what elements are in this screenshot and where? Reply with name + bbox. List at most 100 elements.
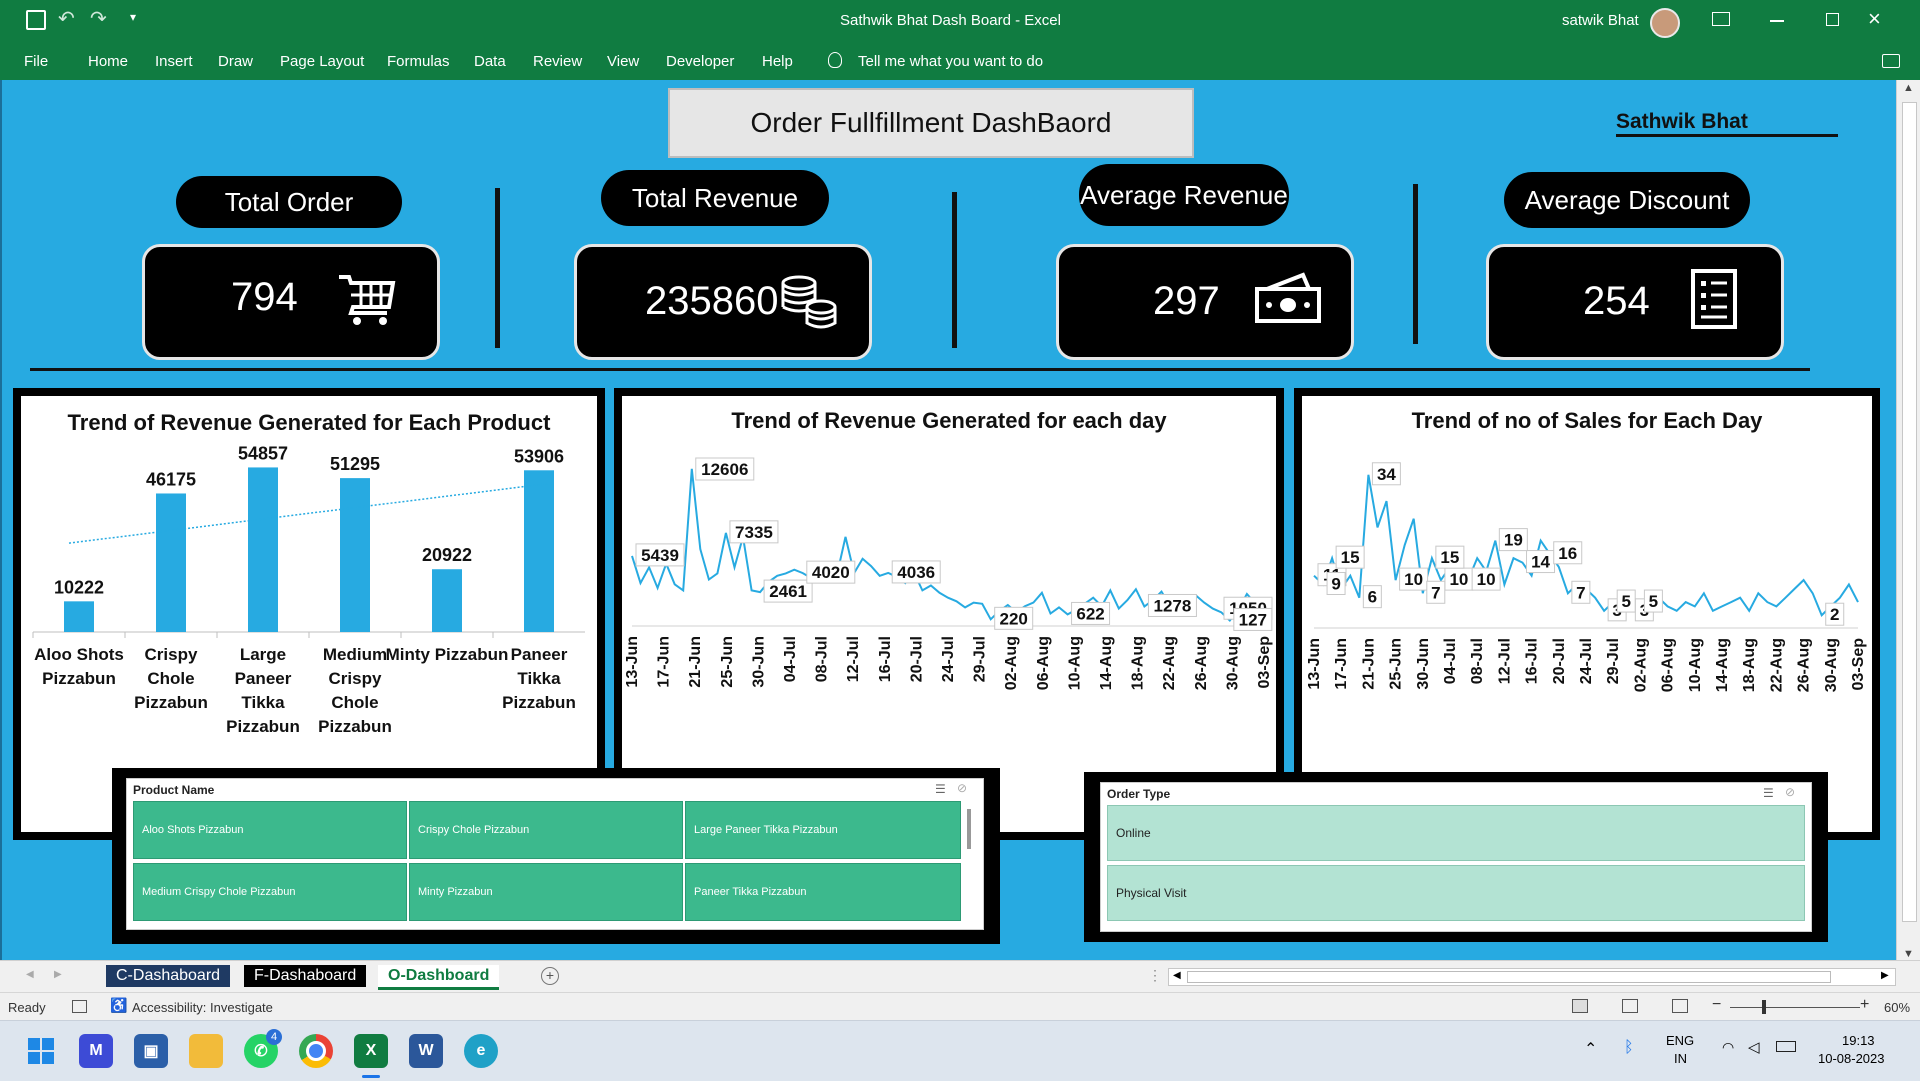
dashboard-title-box[interactable]: Order Fullfillment DashBaord — [668, 88, 1194, 158]
comments-icon[interactable] — [1882, 54, 1900, 68]
x-tick-label: 10-Aug — [1687, 638, 1704, 692]
close-icon[interactable]: × — [1868, 6, 1881, 32]
slicer-item[interactable]: Crispy Chole Pizzabun — [409, 801, 683, 859]
tab-insert[interactable]: Insert — [155, 53, 193, 70]
accessibility-icon[interactable]: ♿ — [110, 997, 127, 1014]
hscroll-thumb[interactable] — [1187, 971, 1831, 983]
data-label: 20922 — [422, 545, 472, 565]
battery-icon[interactable] — [1776, 1041, 1796, 1052]
clear-filter-icon[interactable]: ⊘ — [1785, 785, 1795, 799]
store-icon[interactable]: ▣ — [134, 1034, 168, 1068]
normal-view-icon[interactable] — [1572, 999, 1588, 1013]
chevron-up-icon[interactable]: ⌃ — [1584, 1039, 1597, 1059]
ribbon-display-options-icon[interactable] — [1712, 12, 1730, 26]
tab-scroll-left-icon[interactable]: ◀ — [26, 969, 34, 980]
windows-start-icon[interactable] — [24, 1034, 58, 1068]
slicer-item[interactable]: Online — [1107, 805, 1805, 861]
region-indicator[interactable]: IN — [1674, 1051, 1687, 1066]
x-tick-label: Pizzabun — [318, 717, 392, 736]
sheet-tab-f-dashboard[interactable]: F-Dashaboard — [244, 965, 367, 987]
tab-developer[interactable]: Developer — [666, 53, 734, 70]
chrome-icon[interactable] — [299, 1034, 333, 1068]
kpi-average-revenue-card: 297 — [1056, 244, 1354, 360]
tab-formulas[interactable]: Formulas — [387, 53, 450, 70]
kpi-total-revenue-label: Total Revenue — [601, 170, 829, 226]
data-label: 2 — [1830, 605, 1839, 624]
slicer-item[interactable]: Minty Pizzabun — [409, 863, 683, 921]
order-type-slicer-frame: Order Type ☰ ⊘ Online Physical Visit — [1084, 772, 1828, 942]
macro-record-icon[interactable] — [72, 1000, 87, 1013]
tab-scroll-right-icon[interactable]: ▶ — [54, 969, 62, 980]
sheet-tab-c-dashboard[interactable]: C-Dashaboard — [106, 965, 231, 987]
word-icon[interactable]: W — [409, 1034, 443, 1068]
scroll-thumb[interactable] — [1902, 102, 1917, 922]
x-tick-label: 03-Sep — [1256, 636, 1273, 689]
save-icon[interactable] — [26, 10, 46, 30]
wifi-icon[interactable]: ◠ — [1722, 1039, 1734, 1056]
sheet-tab-o-dashboard[interactable]: O-Dashboard — [378, 965, 500, 990]
restore-icon[interactable] — [1826, 13, 1839, 26]
multi-select-icon[interactable]: ☰ — [935, 782, 946, 796]
tab-home[interactable]: Home — [88, 53, 128, 70]
zoom-slider-thumb[interactable] — [1762, 1000, 1766, 1014]
slicer-item[interactable]: Medium Crispy Chole Pizzabun — [133, 863, 407, 921]
slicer-item[interactable]: Large Paneer Tikka Pizzabun — [685, 801, 961, 859]
kpi-total-order-value: 794 — [231, 275, 298, 319]
scroll-up-icon[interactable]: ▲ — [1903, 82, 1914, 94]
clear-filter-icon[interactable]: ⊘ — [957, 781, 967, 795]
x-tick-label: 30-Jun — [1415, 638, 1432, 690]
x-tick-label: Crispy — [329, 669, 382, 688]
volume-icon[interactable]: ◁ — [1748, 1038, 1760, 1056]
x-tick-label: Paneer — [511, 645, 568, 664]
tab-view[interactable]: View — [607, 53, 639, 70]
slicer-scrollbar[interactable] — [967, 809, 971, 849]
vertical-scrollbar[interactable]: ▲ ▼ — [1896, 80, 1920, 966]
tab-review[interactable]: Review — [533, 53, 582, 70]
zoom-level[interactable]: 60% — [1884, 1000, 1910, 1015]
add-sheet-icon[interactable]: + — [541, 967, 559, 985]
minimize-icon[interactable] — [1770, 20, 1784, 22]
undo-icon[interactable]: ↶ — [58, 6, 75, 31]
page-layout-view-icon[interactable] — [1622, 999, 1638, 1013]
x-tick-label: Tikka — [241, 693, 285, 712]
order-type-slicer[interactable]: Order Type ☰ ⊘ Online Physical Visit — [1100, 782, 1812, 932]
x-tick-label: 12-Jul — [845, 636, 862, 682]
tool-app-icon[interactable]: M — [79, 1034, 113, 1068]
zoom-in-icon[interactable]: + — [1860, 996, 1869, 1014]
hscroll-left-icon[interactable]: ◀ — [1173, 970, 1181, 981]
customize-quick-access-icon[interactable]: ▾ — [130, 10, 136, 24]
tell-me-search[interactable]: Tell me what you want to do — [858, 53, 1043, 70]
tab-file[interactable]: File — [24, 53, 48, 70]
redo-icon[interactable]: ↷ — [90, 6, 107, 31]
tab-data[interactable]: Data — [474, 53, 506, 70]
avatar[interactable] — [1650, 8, 1680, 38]
excel-icon[interactable]: X — [354, 1034, 388, 1068]
data-label: 10 — [1449, 570, 1468, 589]
multi-select-icon[interactable]: ☰ — [1763, 786, 1774, 800]
horizontal-scrollbar[interactable]: ◀ ▶ — [1168, 968, 1896, 986]
tab-help[interactable]: Help — [762, 53, 793, 70]
clock-date[interactable]: 10-08-2023 — [1818, 1051, 1885, 1066]
page-break-view-icon[interactable] — [1672, 999, 1688, 1013]
zoom-slider[interactable] — [1730, 1007, 1860, 1008]
product-slicer[interactable]: Product Name ☰ ⊘ Aloo Shots Pizzabun Cri… — [126, 778, 984, 930]
hscroll-right-icon[interactable]: ▶ — [1881, 970, 1889, 981]
tab-page-layout[interactable]: Page Layout — [280, 53, 364, 70]
tab-draw[interactable]: Draw — [218, 53, 253, 70]
slicer-item[interactable]: Paneer Tikka Pizzabun — [685, 863, 961, 921]
bluetooth-icon[interactable]: ᛒ — [1624, 1039, 1634, 1057]
x-tick-label: 24-Jul — [1578, 638, 1595, 684]
file-explorer-icon[interactable] — [189, 1034, 223, 1068]
scroll-down-icon[interactable]: ▼ — [1903, 948, 1914, 960]
x-tick-label: 03-Sep — [1850, 638, 1867, 691]
split-handle-icon[interactable]: ⋮ — [1148, 967, 1162, 984]
slicer-item[interactable]: Aloo Shots Pizzabun — [133, 801, 407, 859]
accessibility-status[interactable]: Accessibility: Investigate — [132, 1000, 273, 1015]
slicer-item[interactable]: Physical Visit — [1107, 865, 1805, 921]
clock-time[interactable]: 19:13 — [1842, 1033, 1875, 1048]
data-label: 46175 — [146, 469, 196, 489]
zoom-out-icon[interactable]: − — [1712, 996, 1721, 1014]
user-name[interactable]: satwik Bhat — [1562, 12, 1639, 29]
language-indicator[interactable]: ENG — [1666, 1033, 1694, 1048]
edge-icon[interactable]: e — [464, 1034, 498, 1068]
